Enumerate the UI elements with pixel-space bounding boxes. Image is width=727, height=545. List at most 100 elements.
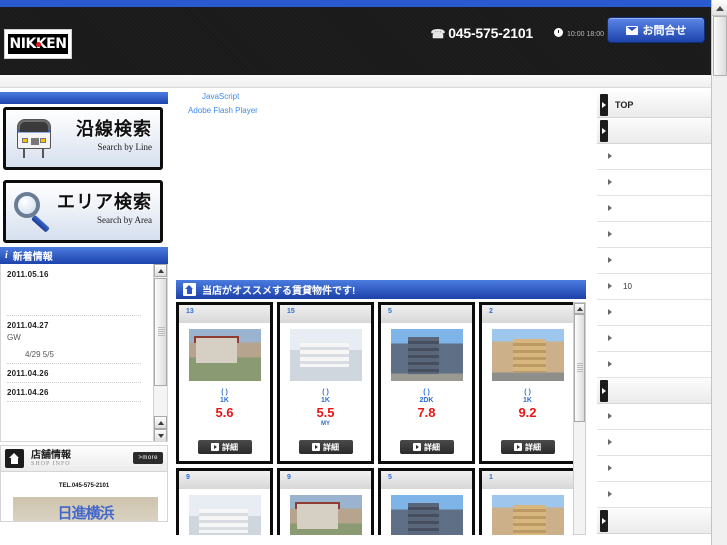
property-meta: ( ) 2DK 7.8 — [381, 389, 472, 429]
site-logo[interactable]: NIKKEN — [4, 29, 72, 59]
news-scroll-down-arrow[interactable] — [154, 429, 167, 441]
shop-photo-caption: 日進横浜 — [57, 505, 114, 522]
sidebar-item-15[interactable] — [597, 482, 711, 508]
browser-scrollbar[interactable] — [711, 0, 727, 545]
news-scroll-up-arrow[interactable] — [154, 264, 167, 277]
browser-scroll-up-arrow[interactable] — [712, 0, 727, 16]
sidebar-item-3[interactable] — [597, 170, 711, 196]
property-number: 5 — [381, 305, 472, 323]
list-item[interactable]: 2011.04.26 — [7, 369, 141, 383]
property-layout: 2DK — [419, 397, 434, 404]
sidebar-item-top[interactable]: TOP — [597, 92, 711, 118]
page-root: NIKKEN ☎045-575-2101 10:00 18:00 お問合せ — [0, 0, 727, 545]
chevron-right-icon — [607, 282, 616, 291]
sidebar-item-10[interactable] — [597, 352, 711, 378]
sidebar-item-2[interactable] — [597, 144, 711, 170]
news-scroll-bottom-group[interactable] — [154, 416, 167, 441]
sidebar-item-13[interactable] — [597, 430, 711, 456]
grid-scroll-thumb[interactable] — [574, 314, 585, 422]
chevron-right-icon — [607, 334, 616, 343]
property-detail-button[interactable]: 詳細 — [500, 440, 555, 454]
sidebar-item-5[interactable] — [597, 222, 711, 248]
search-by-area-button[interactable]: エリア検索 Search by Area — [3, 180, 163, 243]
sidebar-item-9[interactable] — [597, 326, 711, 352]
contact-button-label: お問合せ — [642, 25, 687, 37]
property-card[interactable]: 13 ( ) 1K 5.6 詳細 — [176, 302, 273, 464]
sidebar-item-8[interactable] — [597, 300, 711, 326]
sidebar-item-16[interactable] — [597, 508, 711, 534]
section-marker-icon — [600, 379, 608, 402]
shop-info-more-button[interactable]: >more — [133, 452, 163, 464]
property-meta: ( ) 1K 5.5 MY — [280, 389, 371, 429]
sidebar-item-12[interactable] — [597, 404, 711, 430]
property-detail-button[interactable]: 詳細 — [298, 440, 353, 454]
mail-icon — [625, 25, 638, 35]
recommend-section-title: 当店がオススメする賃貸物件です! — [202, 286, 356, 297]
property-card[interactable]: 5 ( ) 2DK 7.8 詳細 — [378, 302, 475, 464]
flash-player-link[interactable]: Adobe Flash Player — [176, 104, 592, 118]
list-item[interactable]: 2011.05.16 — [7, 270, 141, 316]
property-number: 9 — [179, 471, 270, 489]
grid-scroll-up-arrow[interactable] — [574, 303, 585, 314]
news-scroll-thumb[interactable] — [154, 278, 167, 386]
play-icon — [312, 443, 320, 451]
main-content: JavaScript Adobe Flash Player 当店がオススメする賃… — [176, 88, 592, 535]
train-glyph — [12, 117, 56, 161]
list-item[interactable]: 2011.04.27 GW 4/29 5/5 — [7, 321, 141, 364]
sidebar-item-11[interactable] — [597, 378, 711, 404]
section-marker-icon — [600, 509, 608, 532]
section-marker-icon — [600, 119, 608, 142]
sidebar-accent-bar — [0, 92, 168, 104]
sidebar-item-1[interactable] — [597, 118, 711, 144]
contact-button[interactable]: お問合せ — [607, 17, 705, 43]
logo-plate: NIKKEN — [8, 34, 68, 54]
sidebar-item-7[interactable]: 10 — [597, 274, 711, 300]
news-subtext: 4/29 5/5 — [25, 350, 54, 359]
property-detail-button[interactable]: 詳細 — [399, 440, 454, 454]
property-meta: ( ) 1K 9.2 — [482, 389, 573, 429]
property-card[interactable]: 9 ( ) 1K 詳細 — [176, 468, 273, 535]
property-card[interactable]: 1 ( ) 1K 詳細 — [479, 468, 576, 535]
shop-phone: TEL.045-575-2101 — [1, 479, 167, 489]
property-detail-button[interactable]: 詳細 — [197, 440, 252, 454]
news-date: 2011.04.26 — [7, 388, 49, 397]
sidebar-item-label: TOP — [615, 99, 634, 110]
chevron-right-icon — [607, 256, 616, 265]
property-price: 5.6 — [215, 405, 234, 420]
property-card[interactable]: 9 ( ) 1K 詳細 — [277, 468, 374, 535]
sidebar-item-14[interactable] — [597, 456, 711, 482]
property-number: 2 — [482, 305, 573, 323]
search-by-area-labels: エリア検索 Search by Area — [57, 192, 152, 225]
news-scroll-up-arrow-2[interactable] — [154, 416, 167, 429]
property-paren: ( ) — [423, 389, 430, 396]
chevron-right-icon — [607, 490, 616, 499]
property-detail-label: 詳細 — [424, 442, 440, 452]
property-card[interactable]: 15 ( ) 1K 5.5 MY 詳細 — [277, 302, 374, 464]
property-number: 1 — [482, 471, 573, 489]
property-grid-scrollbar[interactable] — [573, 302, 586, 535]
news-panel-title: 新着情報 — [12, 252, 53, 263]
search-by-line-label-jp: 沿線検索 — [76, 119, 152, 139]
shop-info-title-jp: 店舗情報 — [31, 450, 71, 461]
flash-javascript-link[interactable]: JavaScript — [176, 90, 592, 104]
sidebar-item-6[interactable] — [597, 248, 711, 274]
property-paren: ( ) — [322, 389, 329, 396]
play-icon — [211, 443, 219, 451]
recommend-section-header: 当店がオススメする賃貸物件です! — [176, 280, 586, 299]
browser-scroll-thumb[interactable] — [713, 16, 727, 76]
search-by-line-label-en: Search by Line — [97, 141, 152, 152]
property-tag — [179, 421, 270, 429]
phone-icon: ☎ — [430, 27, 446, 41]
search-by-line-button[interactable]: 沿線検索 Search by Line — [3, 107, 163, 170]
property-grid-wrapper: 13 ( ) 1K 5.6 詳細 1 5 () 1K 5.5 MY 詳細 5 (… — [176, 302, 586, 535]
sidebar-item-4[interactable] — [597, 196, 711, 222]
news-scrollbar[interactable] — [153, 264, 167, 441]
property-card[interactable]: 5 ( ) 1K 詳細 — [378, 468, 475, 535]
scroll-grip-icon — [158, 327, 165, 336]
list-item[interactable]: 2011.04.26 — [7, 388, 141, 402]
property-card[interactable]: 2 ( ) 1K 9.2 詳細 — [479, 302, 576, 464]
header-sub-band — [0, 75, 711, 88]
property-tag — [381, 421, 472, 429]
shop-phone-prefix: TEL. — [58, 483, 72, 489]
property-layout: 1K — [523, 397, 532, 404]
